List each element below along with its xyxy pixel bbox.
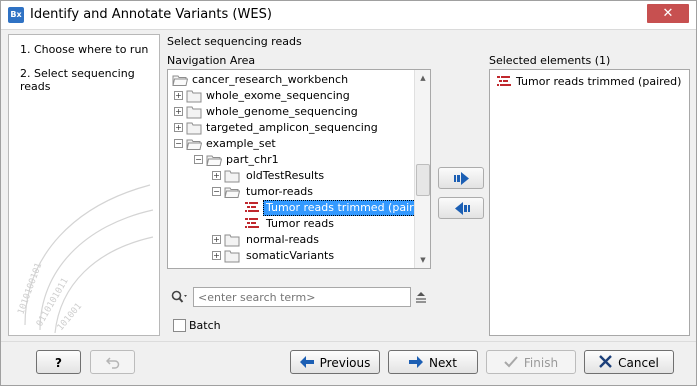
step-choose-where-to-run[interactable]: 1. Choose where to run <box>20 43 148 56</box>
previous-button[interactable]: Previous <box>290 350 380 374</box>
remove-from-selected-button[interactable] <box>438 197 484 219</box>
cancel-x-icon <box>599 355 613 368</box>
next-button[interactable]: Next <box>388 350 478 374</box>
folder-icon <box>186 106 202 119</box>
close-icon: ✕ <box>662 6 674 21</box>
arrow-right-icon <box>409 355 424 368</box>
search-input[interactable] <box>193 287 411 307</box>
sequence-reads-icon <box>245 202 259 212</box>
batch-label: Batch <box>189 319 221 332</box>
scroll-down-icon[interactable]: ▼ <box>415 252 431 268</box>
arrow-left-icon <box>299 355 314 368</box>
folder-open-icon <box>224 187 240 198</box>
selected-elements-list[interactable]: Tumor reads trimmed (paired) <box>489 69 690 336</box>
expand-icon[interactable]: + <box>212 171 221 180</box>
app-icon: Bx <box>8 7 24 23</box>
expand-icon[interactable]: + <box>174 123 183 132</box>
steps-panel: 1. Choose where to run 2. Select sequenc… <box>8 34 160 336</box>
folder-open-icon <box>206 155 222 166</box>
filter-options-icon[interactable] <box>414 290 428 304</box>
folder-open-icon <box>172 75 188 86</box>
folder-icon <box>224 170 240 183</box>
dialog-window: Bx Identify and Annotate Variants (WES) … <box>0 0 697 386</box>
checkmark-icon <box>504 355 518 367</box>
svg-text:1010100101: 1010100101 <box>16 262 44 316</box>
close-button[interactable]: ✕ <box>647 4 689 23</box>
navigation-tree[interactable]: cancer_research_workbench + whole_exome_… <box>167 69 431 269</box>
arrow-right-icon <box>454 172 469 185</box>
collapse-icon[interactable]: − <box>194 155 203 164</box>
folder-icon <box>224 234 240 247</box>
folder-open-icon <box>186 139 202 150</box>
folder-icon <box>186 90 202 103</box>
expand-icon[interactable]: + <box>212 251 221 260</box>
add-to-selected-button[interactable] <box>438 167 484 189</box>
step-select-sequencing-reads[interactable]: 2. Select sequencing reads <box>20 67 159 93</box>
arrow-left-icon <box>455 202 470 215</box>
help-button[interactable]: ? <box>36 350 81 374</box>
batch-checkbox[interactable] <box>173 319 186 332</box>
navigation-area-label: Navigation Area <box>167 54 256 67</box>
window-title: Identify and Annotate Variants (WES) <box>30 7 272 22</box>
expand-icon[interactable]: + <box>174 91 183 100</box>
binary-watermark-icon: 1010100101 0110101011 101001 <box>16 184 154 334</box>
folder-icon <box>186 122 202 135</box>
undo-icon <box>105 356 119 369</box>
scroll-thumb[interactable] <box>416 164 430 196</box>
collapse-icon[interactable]: − <box>174 139 183 148</box>
tree-scrollbar[interactable]: ▲ ▼ <box>414 70 430 268</box>
cancel-button[interactable]: Cancel <box>584 350 674 374</box>
selected-elements-label: Selected elements (1) <box>489 54 611 67</box>
reset-button[interactable] <box>90 350 135 374</box>
sequence-reads-icon <box>497 76 511 86</box>
finish-button[interactable]: Finish <box>486 350 576 374</box>
expand-icon[interactable]: + <box>212 235 221 244</box>
section-title: Select sequencing reads <box>167 35 302 48</box>
sequence-reads-icon <box>245 218 259 228</box>
svg-text:101001: 101001 <box>56 302 85 333</box>
title-bar: Bx Identify and Annotate Variants (WES) … <box>1 1 696 30</box>
collapse-icon[interactable]: − <box>212 187 221 196</box>
expand-icon[interactable]: + <box>174 107 183 116</box>
search-icon[interactable] <box>171 290 189 304</box>
folder-icon <box>224 250 240 263</box>
scroll-up-icon[interactable]: ▲ <box>415 70 431 86</box>
divider <box>1 341 696 342</box>
